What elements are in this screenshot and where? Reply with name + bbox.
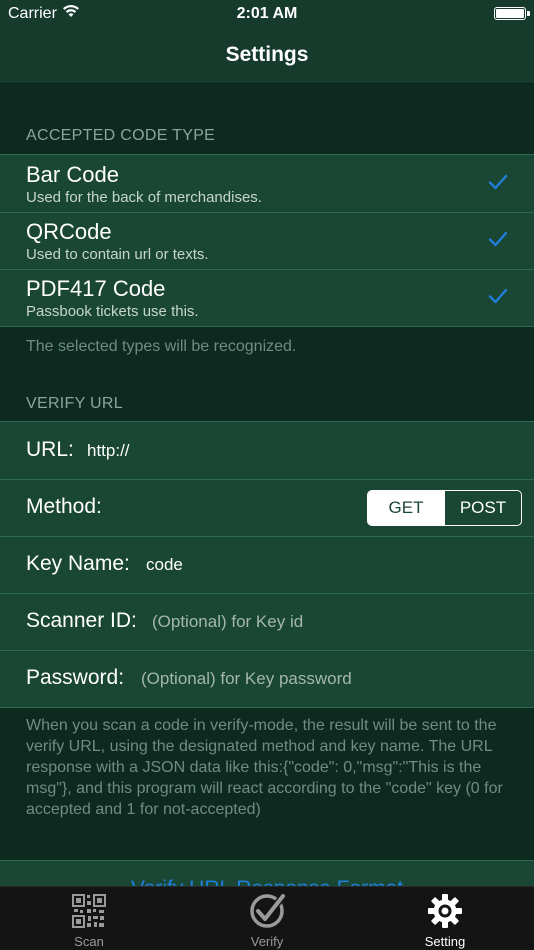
tab-label: Verify	[250, 934, 284, 949]
method-label: Method:	[26, 495, 102, 518]
checkmark-icon	[488, 288, 508, 304]
code-type-title: Bar Code	[26, 162, 119, 187]
code-type-title: PDF417 Code	[26, 276, 166, 301]
password-label: Password:	[26, 666, 125, 689]
url-row: URL: http://	[0, 422, 534, 479]
code-type-subtitle: Used to contain url or texts.	[26, 246, 209, 263]
verify-footer: When you scan a code in verify-mode, the…	[26, 717, 503, 818]
code-type-row-bar-code[interactable]: Bar Code Used for the back of merchandis…	[0, 155, 534, 212]
key-name-field[interactable]: code	[146, 555, 183, 575]
tab-label: Scan	[74, 934, 104, 949]
section-header-code-type: ACCEPTED CODE TYPE	[26, 127, 216, 144]
key-name-label: Key Name:	[26, 552, 130, 575]
scanner-id-row: Scanner ID: (Optional) for Key id	[0, 593, 534, 650]
code-type-footer: The selected types will be recognized.	[26, 338, 297, 355]
password-field[interactable]: (Optional) for Key password	[141, 669, 352, 689]
code-type-title: QRCode	[26, 219, 112, 244]
method-row: Method: GET POST	[0, 479, 534, 536]
verify-check-icon	[250, 893, 285, 928]
response-format-group: Verify URL Response Format	[0, 860, 534, 886]
verify-form-group: URL: http:// Method: GET POST Key Name: …	[0, 421, 534, 708]
scanner-id-field[interactable]: (Optional) for Key id	[152, 612, 303, 632]
settings-table[interactable]: ACCEPTED CODE TYPE Bar Code Used for the…	[0, 84, 534, 886]
navigation-bar: Settings	[0, 28, 534, 84]
tab-setting[interactable]: Setting	[356, 887, 534, 950]
section-header-verify-url: VERIFY URL	[26, 395, 123, 412]
scanner-id-label: Scanner ID:	[26, 609, 137, 632]
gear-icon	[428, 894, 462, 928]
code-type-group: Bar Code Used for the back of merchandis…	[0, 154, 534, 327]
code-type-subtitle: Passbook tickets use this.	[26, 303, 199, 320]
qr-code-icon	[72, 894, 106, 928]
code-type-subtitle: Used for the back of merchandises.	[26, 189, 262, 206]
tab-label: Setting	[424, 934, 466, 949]
page-title: Settings	[225, 43, 309, 66]
status-bar: Carrier 2:01 AM	[0, 0, 534, 28]
tab-verify[interactable]: Verify	[178, 887, 356, 950]
code-type-row-pdf417[interactable]: PDF417 Code Passbook tickets use this.	[0, 269, 534, 326]
battery-icon	[494, 7, 530, 20]
checkmark-icon	[488, 231, 508, 247]
method-get-segment[interactable]: GET	[368, 491, 444, 525]
url-label: URL:	[26, 438, 74, 461]
tab-scan[interactable]: Scan	[0, 887, 178, 950]
url-field[interactable]: http://	[87, 441, 130, 461]
code-type-row-qrcode[interactable]: QRCode Used to contain url or texts.	[0, 212, 534, 269]
key-name-row: Key Name: code	[0, 536, 534, 593]
password-row: Password: (Optional) for Key password	[0, 650, 534, 707]
checkmark-icon	[488, 174, 508, 190]
response-format-link[interactable]: Verify URL Response Format	[0, 877, 534, 886]
tab-bar: Scan Verify Setting	[0, 886, 534, 950]
method-segmented-control[interactable]: GET POST	[367, 490, 522, 526]
method-post-segment[interactable]: POST	[444, 491, 521, 525]
status-time: 2:01 AM	[236, 5, 298, 22]
